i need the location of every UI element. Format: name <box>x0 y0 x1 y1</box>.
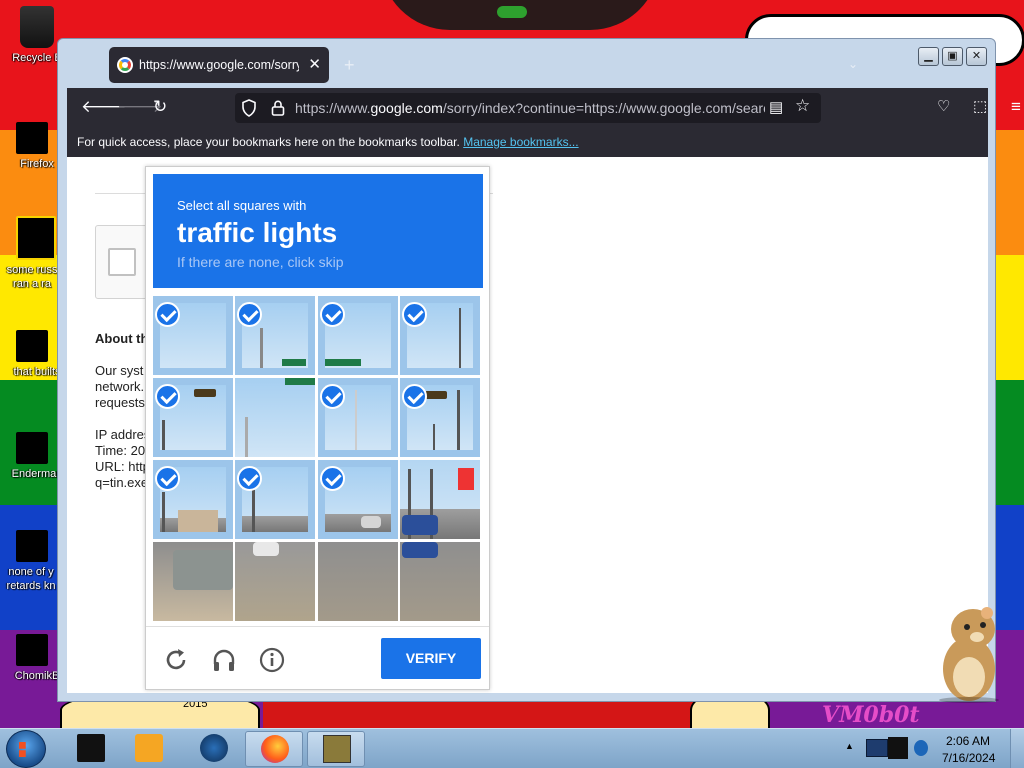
new-tab-button[interactable]: + <box>344 55 355 76</box>
challenge-footer: VERIFY <box>146 626 489 689</box>
browser-icon <box>16 530 48 562</box>
audio-challenge-icon[interactable] <box>211 647 237 673</box>
url-path: /sorry/index?continue=https://www.google… <box>442 100 765 116</box>
folder-icon <box>16 330 48 362</box>
tab-strip: https://www.google.com/sorry/index?conti… <box>58 39 995 87</box>
clock-date[interactable]: 7/16/2024 <box>942 751 995 765</box>
firefox-icon <box>261 735 289 763</box>
bookmarks-message: For quick access, place your bookmarks h… <box>77 135 460 149</box>
show-hidden-icons-icon[interactable]: ▲ <box>845 741 854 751</box>
challenge-hint: If there are none, click skip <box>177 254 344 270</box>
taskbar-app-media[interactable] <box>120 731 178 767</box>
show-desktop-button[interactable] <box>1010 729 1024 768</box>
pocket-icon[interactable]: ♡ <box>937 97 950 117</box>
challenge-tile[interactable] <box>235 378 315 457</box>
reload-challenge-icon[interactable] <box>163 647 189 673</box>
challenge-tile[interactable] <box>153 542 233 621</box>
about-heading: About th <box>95 331 149 346</box>
hamster-mascot-image <box>939 607 999 703</box>
wallpaper-signature: VM0b0t <box>822 702 920 728</box>
challenge-header: Select all squares with traffic lights I… <box>153 174 483 288</box>
bookmark-star-icon[interactable]: ☆ <box>795 96 810 116</box>
taskbar-app-program[interactable] <box>62 731 120 767</box>
bookmarks-toolbar: For quick access, place your bookmarks h… <box>67 126 988 157</box>
taskbar-app-chomik[interactable] <box>307 731 365 767</box>
about-line: q=tin.exe <box>95 475 149 490</box>
challenge-instruction: Select all squares with <box>177 198 307 213</box>
url-prefix: https://www. <box>295 100 371 116</box>
navigation-toolbar: 🡐 🡒 ↻ https://www.google.com/sorry/index… <box>67 88 1021 126</box>
url-text[interactable]: https://www.google.com/sorry/index?conti… <box>295 100 765 116</box>
tile-selected-check-icon <box>237 466 262 491</box>
tile-selected-check-icon <box>155 384 180 409</box>
challenge-target: traffic lights <box>177 217 338 248</box>
recaptcha-checkbox[interactable] <box>108 248 136 276</box>
tracking-shield-icon[interactable] <box>241 99 257 117</box>
tab-google-sorry[interactable]: https://www.google.com/sorry/index?conti… <box>109 47 329 83</box>
close-tab-icon[interactable]: ✕ <box>308 55 321 73</box>
tile-selected-check-icon <box>320 302 345 327</box>
network-icon[interactable] <box>866 739 888 757</box>
desktop-icon-label: none of y retards kn <box>6 566 56 592</box>
volume-icon[interactable] <box>914 740 928 756</box>
taskbar-app-globe[interactable] <box>185 731 243 767</box>
google-favicon-icon <box>117 57 133 73</box>
taskbar: ▲ 2:06 AM 7/16/2024 <box>0 728 1024 768</box>
address-bar[interactable]: https://www.google.com/sorry/index?conti… <box>235 93 821 123</box>
program-icon <box>16 432 48 464</box>
challenge-tile[interactable] <box>235 542 315 621</box>
info-icon[interactable] <box>259 647 285 673</box>
tab-list-chevron-icon[interactable]: ⌄ <box>848 57 858 71</box>
challenge-tile-grid <box>153 296 483 621</box>
menu-icon[interactable]: ≡ <box>1011 97 1021 117</box>
recaptcha-challenge-dialog: Select all squares with traffic lights I… <box>145 166 490 690</box>
manage-bookmarks-link[interactable]: Manage bookmarks... <box>463 135 578 149</box>
about-line: Time: 20 <box>95 443 146 458</box>
extensions-icon[interactable]: ⬚ <box>973 97 987 117</box>
media-player-icon <box>135 734 163 762</box>
url-domain: google.com <box>370 100 443 116</box>
start-button[interactable] <box>6 730 46 768</box>
tile-selected-check-icon <box>155 302 180 327</box>
about-line: IP addres <box>95 427 151 442</box>
chomik-box-icon <box>323 735 351 763</box>
tile-selected-check-icon <box>402 302 427 327</box>
display-icon[interactable] <box>888 737 908 759</box>
tile-selected-check-icon <box>402 384 427 409</box>
taskbar-app-firefox[interactable] <box>245 731 303 767</box>
about-line: Our syst <box>95 363 144 378</box>
reader-view-icon[interactable]: ▤ <box>769 98 783 116</box>
lock-icon[interactable] <box>271 100 285 116</box>
close-window-button[interactable]: ✕ <box>966 47 987 66</box>
tile-selected-check-icon <box>155 466 180 491</box>
challenge-tile[interactable] <box>400 542 480 621</box>
recycle-bin-icon <box>20 6 54 48</box>
document-icon <box>16 216 56 260</box>
challenge-tile[interactable] <box>318 542 398 621</box>
about-line: URL: http <box>95 459 150 474</box>
chomik-icon <box>16 634 48 666</box>
about-line: requests <box>95 395 145 410</box>
black-box-icon <box>77 734 105 762</box>
about-line: network. <box>95 379 145 394</box>
challenge-tile[interactable] <box>400 460 480 539</box>
desktop-icon-label: some russ ran a ra <box>6 264 58 290</box>
verify-button[interactable]: VERIFY <box>381 638 481 679</box>
firefox-icon <box>16 122 48 154</box>
tile-selected-check-icon <box>320 466 345 491</box>
tile-selected-check-icon <box>237 302 262 327</box>
clock-time[interactable]: 2:06 AM <box>946 734 990 748</box>
bookmarks-message-line: For quick access, place your bookmarks h… <box>77 135 579 149</box>
globe-icon <box>200 734 228 762</box>
minimize-button[interactable]: ▁ <box>918 47 939 66</box>
reload-icon[interactable]: ↻ <box>153 97 167 117</box>
tile-selected-check-icon <box>320 384 345 409</box>
maximize-button[interactable]: ▣ <box>942 47 963 66</box>
tab-title: https://www.google.com/sorry/index?conti… <box>139 58 299 72</box>
